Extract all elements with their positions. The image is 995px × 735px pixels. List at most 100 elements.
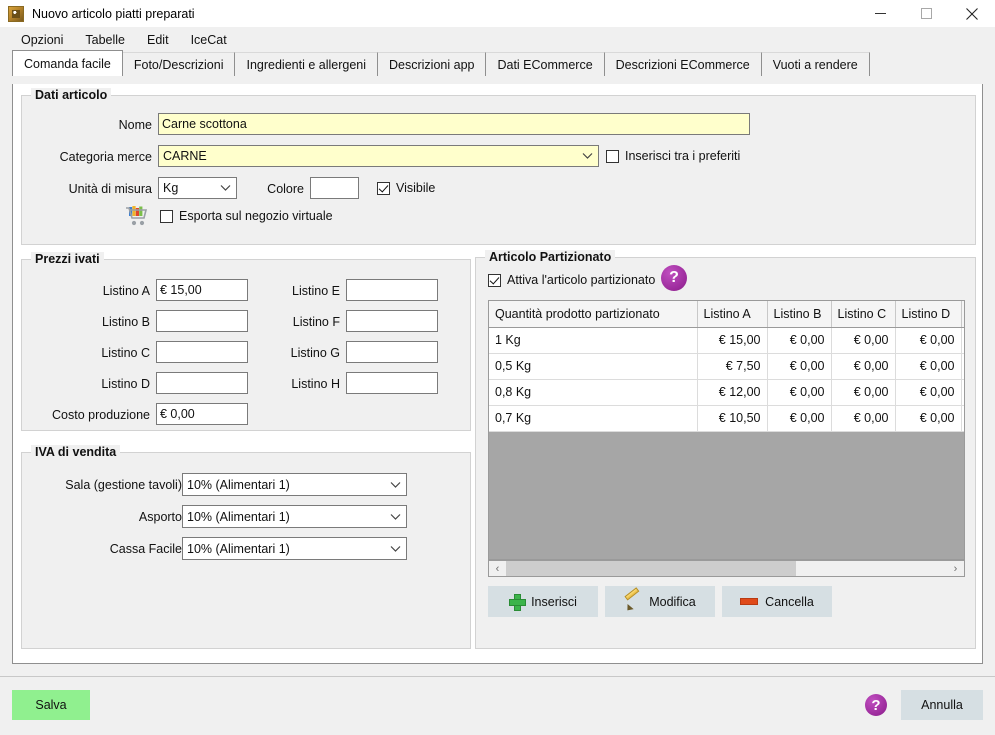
chevron-down-icon — [390, 538, 401, 559]
close-button[interactable] — [949, 0, 995, 27]
help-icon-footer[interactable]: ? — [865, 694, 887, 716]
column-header-listino-b[interactable]: Listino B — [767, 301, 832, 328]
cell-listino-a: € 12,00 — [697, 379, 768, 406]
menu-item-edit[interactable]: Edit — [136, 30, 180, 50]
group-dati-articolo: Dati articolo Nome Carne scottona Catego… — [21, 88, 976, 245]
partizionato-table: Quantità prodotto partizionato Listino A… — [489, 301, 964, 432]
colore-label: Colore — [267, 182, 304, 196]
listino-a-label: Listino A — [102, 284, 150, 298]
attiva-partizionato-checkbox[interactable]: Attiva l'articolo partizionato — [488, 273, 655, 287]
cell-listino-b: € 0,00 — [767, 327, 832, 354]
cancella-button[interactable]: Cancella — [722, 586, 832, 617]
modifica-button[interactable]: Modifica — [605, 586, 715, 617]
scrollbar-thumb[interactable] — [506, 561, 796, 576]
listino-h-label: Listino H — [291, 377, 340, 391]
cell-listino-d: € 0,00 — [895, 405, 962, 432]
inserisci-button[interactable]: Inserisci — [488, 586, 598, 617]
cell-listino-c: € 0,00 — [831, 353, 896, 380]
iva-cassa-facile-select[interactable]: 10% (Alimentari 1) — [182, 537, 407, 560]
listino-d-input[interactable] — [156, 372, 248, 394]
group-iva-vendita: IVA di vendita Sala (gestione tavoli) 10… — [21, 445, 471, 649]
listino-g-label: Listino G — [290, 346, 340, 360]
cell-listino-b: € 0,00 — [767, 379, 832, 406]
maximize-button[interactable] — [903, 0, 949, 27]
scroll-right-icon[interactable]: › — [947, 561, 964, 576]
iva-asporto-label: Asporto — [138, 510, 182, 524]
delete-icon — [740, 598, 759, 605]
scrollbar-track[interactable] — [506, 561, 947, 576]
column-header-listino-e-partial[interactable]: L — [961, 301, 964, 328]
listino-e-input[interactable] — [346, 279, 438, 301]
tab-descrizioni-ecommerce[interactable]: Descrizioni ECommerce — [603, 52, 762, 76]
iva-sala-value: 10% (Alimentari 1) — [187, 477, 290, 492]
nome-input[interactable]: Carne scottona — [158, 113, 750, 135]
table-horizontal-scrollbar[interactable]: ‹ › — [488, 560, 965, 577]
shopping-cart-icon — [124, 204, 150, 228]
tab-panel: Dati articolo Nome Carne scottona Catego… — [12, 84, 983, 664]
inserisci-preferiti-checkbox[interactable]: Inserisci tra i preferiti — [606, 149, 740, 163]
scroll-left-icon[interactable]: ‹ — [489, 561, 506, 576]
esporta-negozio-virtuale-checkbox[interactable]: Esporta sul negozio virtuale — [160, 209, 333, 223]
table-row[interactable]: 1 Kg € 15,00 € 0,00 € 0,00 € 0,00 — [489, 327, 964, 354]
categoria-merce-value: CARNE — [163, 149, 207, 163]
categoria-merce-select[interactable]: CARNE — [158, 145, 599, 167]
listino-f-input[interactable] — [346, 310, 438, 332]
help-icon-partizionato[interactable]: ? — [661, 265, 687, 291]
menu-item-icecat[interactable]: IceCat — [180, 30, 238, 50]
listino-a-input[interactable]: € 15,00 — [156, 279, 248, 301]
unita-misura-value: Kg — [163, 181, 179, 195]
menu-item-tabelle[interactable]: Tabelle — [74, 30, 136, 50]
tab-descrizioni-app[interactable]: Descrizioni app — [377, 52, 487, 76]
listino-h-input[interactable] — [346, 372, 438, 394]
colore-swatch[interactable] — [310, 177, 359, 199]
unita-misura-select[interactable]: Kg — [158, 177, 237, 199]
iva-asporto-select[interactable]: 10% (Alimentari 1) — [182, 505, 407, 528]
cell-listino-d: € 0,00 — [895, 327, 962, 354]
annulla-button[interactable]: Annulla — [901, 690, 983, 720]
listino-b-input[interactable] — [156, 310, 248, 332]
partizionato-table-wrapper: Quantità prodotto partizionato Listino A… — [488, 300, 965, 560]
listino-d-label: Listino D — [101, 377, 150, 391]
costo-produzione-input[interactable]: € 0,00 — [156, 403, 248, 425]
tab-foto-descrizioni[interactable]: Foto/Descrizioni — [121, 52, 236, 76]
column-header-listino-d[interactable]: Listino D — [895, 301, 962, 328]
group-articolo-partizionato-legend: Articolo Partizionato — [485, 250, 616, 264]
menu-item-opzioni[interactable]: Opzioni — [10, 30, 74, 50]
attiva-partizionato-label: Attiva l'articolo partizionato — [507, 273, 656, 287]
chevron-down-icon — [390, 474, 401, 495]
title-bar: Nuovo articolo piatti preparati — [0, 0, 995, 27]
cell-quantita: 0,5 Kg — [489, 353, 698, 380]
listino-b-label: Listino B — [102, 315, 150, 329]
column-header-listino-c[interactable]: Listino C — [831, 301, 896, 328]
esporta-negozio-label: Esporta sul negozio virtuale — [179, 209, 333, 223]
tab-comanda-facile[interactable]: Comanda facile — [12, 50, 123, 76]
cell-listino-e-partial — [961, 353, 964, 380]
pencil-icon — [624, 586, 642, 613]
cell-listino-e-partial — [961, 405, 964, 432]
salva-button[interactable]: Salva — [12, 690, 90, 720]
nome-label: Nome — [118, 118, 152, 132]
cell-listino-b: € 0,00 — [767, 405, 832, 432]
column-header-listino-a[interactable]: Listino A — [697, 301, 768, 328]
tab-dati-ecommerce[interactable]: Dati ECommerce — [485, 52, 605, 76]
table-row[interactable]: 0,5 Kg € 7,50 € 0,00 € 0,00 € 0,00 — [489, 353, 964, 380]
iva-sala-select[interactable]: 10% (Alimentari 1) — [182, 473, 407, 496]
minimize-button[interactable] — [857, 0, 903, 27]
tab-ingredienti-allergeni[interactable]: Ingredienti e allergeni — [234, 52, 379, 76]
listino-c-input[interactable] — [156, 341, 248, 363]
modifica-button-label: Modifica — [649, 594, 696, 609]
tab-vuoti-a-rendere[interactable]: Vuoti a rendere — [760, 52, 870, 76]
visibile-checkbox[interactable]: Visibile — [377, 181, 435, 195]
table-row[interactable]: 0,8 Kg € 12,00 € 0,00 € 0,00 € 0,00 — [489, 379, 964, 406]
costo-produzione-label: Costo produzione — [52, 408, 150, 422]
unita-misura-label: Unità di misura — [68, 182, 152, 196]
tab-strip: Comanda facile Foto/Descrizioni Ingredie… — [12, 50, 985, 76]
cell-listino-c: € 0,00 — [831, 327, 896, 354]
cell-listino-a: € 10,50 — [697, 405, 768, 432]
listino-g-input[interactable] — [346, 341, 438, 363]
column-header-quantita[interactable]: Quantità prodotto partizionato — [489, 301, 698, 328]
table-row[interactable]: 0,7 Kg € 10,50 € 0,00 € 0,00 € 0,00 — [489, 405, 964, 432]
window-controls — [857, 0, 995, 27]
app-icon — [8, 5, 24, 22]
cell-listino-d: € 0,00 — [895, 379, 962, 406]
